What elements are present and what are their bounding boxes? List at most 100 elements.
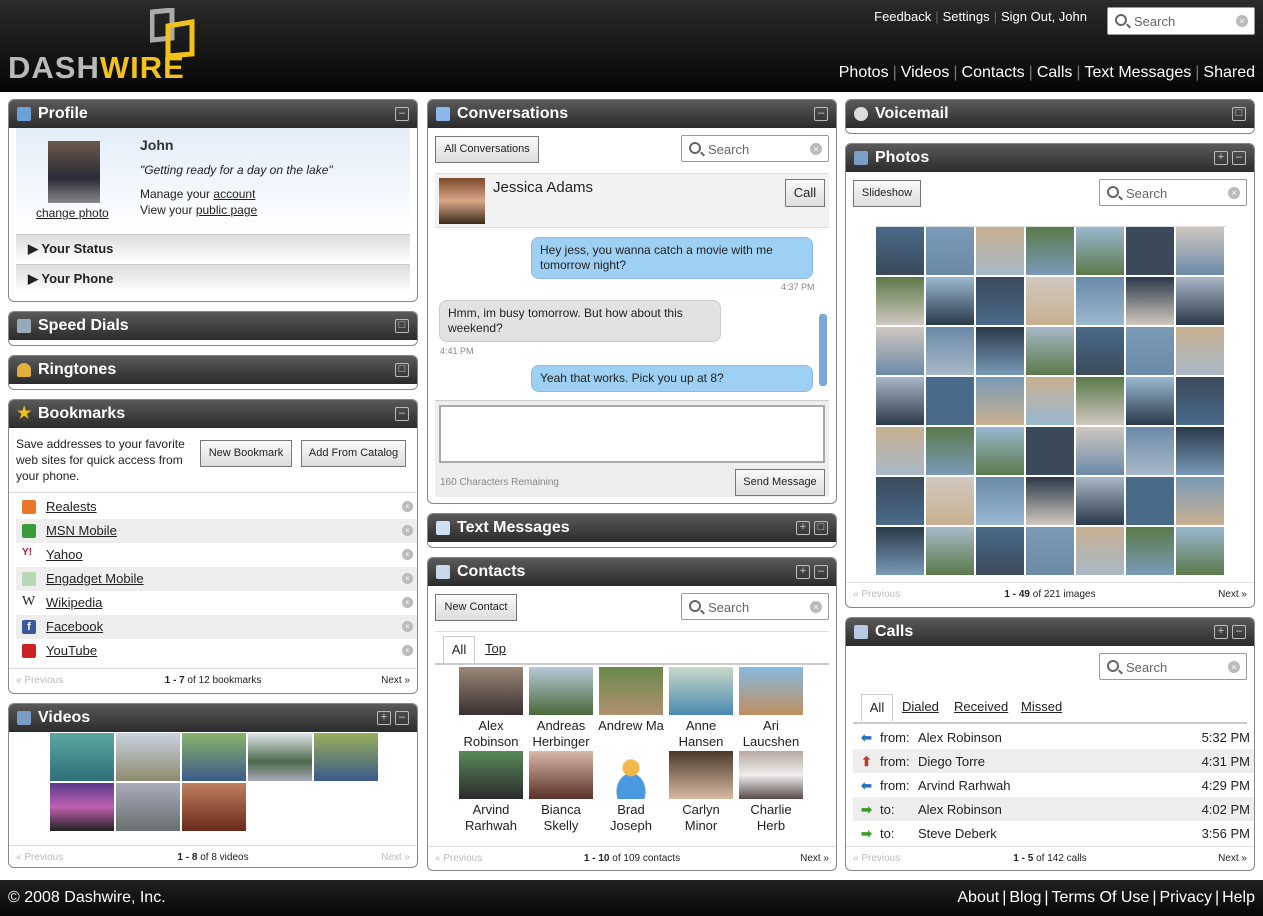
new-contact-button[interactable]: New Contact <box>435 594 517 621</box>
bookmark-link[interactable]: MSN Mobile <box>46 523 117 538</box>
next-link[interactable]: Next » <box>1218 853 1247 864</box>
logo-text[interactable]: DASHWIRE <box>8 50 185 86</box>
call-row[interactable]: ➡ to: Steve Deberk 3:56 PM <box>853 821 1254 845</box>
tab-top[interactable]: Top <box>485 641 506 656</box>
video-thumbnail[interactable] <box>182 783 246 831</box>
photo-thumbnail[interactable] <box>1176 527 1224 575</box>
photo-thumbnail[interactable] <box>926 427 974 475</box>
help-link[interactable]: Help <box>1222 889 1255 906</box>
contact-card[interactable]: Andrew Ma <box>596 667 666 734</box>
next-link[interactable]: Next » <box>1218 589 1247 600</box>
minimize-icon[interactable]: – <box>1232 625 1246 639</box>
bookmark-link[interactable]: Engadget Mobile <box>46 571 144 586</box>
bookmark-row[interactable]: Engadget Mobile × <box>16 567 417 591</box>
bookmark-link[interactable]: Facebook <box>46 619 103 634</box>
calls-search-input[interactable]: Search × <box>1099 653 1247 680</box>
clear-icon[interactable]: × <box>1236 15 1248 27</box>
nav-calls[interactable]: Calls <box>1037 64 1073 81</box>
bookmark-link[interactable]: Realests <box>46 499 97 514</box>
photo-thumbnail[interactable] <box>1076 327 1124 375</box>
bookmark-row[interactable]: Y! Yahoo × <box>16 543 417 567</box>
speed-dials-titlebar[interactable]: Speed Dials □ <box>9 312 417 340</box>
add-icon[interactable]: + <box>796 521 810 535</box>
tab-dialed[interactable]: Dialed <box>902 699 939 714</box>
contact-card[interactable]: Bianca Skelly <box>526 751 596 834</box>
video-thumbnail[interactable] <box>116 783 180 831</box>
call-button[interactable]: Call <box>785 179 825 207</box>
text-messages-titlebar[interactable]: Text Messages + □ <box>428 514 836 542</box>
photo-thumbnail[interactable] <box>1026 277 1074 325</box>
photo-thumbnail[interactable] <box>976 377 1024 425</box>
photo-thumbnail[interactable] <box>1176 227 1224 275</box>
bookmark-link[interactable]: YouTube <box>46 643 97 658</box>
contacts-titlebar[interactable]: Contacts + – <box>428 558 836 586</box>
photos-titlebar[interactable]: Photos + – <box>846 144 1254 172</box>
photo-thumbnail[interactable] <box>1126 377 1174 425</box>
photo-thumbnail[interactable] <box>876 277 924 325</box>
photo-thumbnail[interactable] <box>876 327 924 375</box>
your-status-toggle[interactable]: ▶ Your Status <box>16 234 410 262</box>
call-row[interactable]: ⬆ from: Diego Torre 4:31 PM <box>853 749 1254 773</box>
remove-icon[interactable]: × <box>402 597 413 608</box>
photo-thumbnail[interactable] <box>1126 477 1174 525</box>
conversations-titlebar[interactable]: Conversations – <box>428 100 836 128</box>
conversations-search-input[interactable]: Search × <box>681 135 829 162</box>
video-thumbnail[interactable] <box>314 733 378 781</box>
restore-icon[interactable]: □ <box>1232 107 1246 121</box>
calls-titlebar[interactable]: Calls + – <box>846 618 1254 646</box>
remove-icon[interactable]: × <box>402 573 413 584</box>
voicemail-titlebar[interactable]: Voicemail □ <box>846 100 1254 128</box>
bookmark-row[interactable]: Realests × <box>16 495 417 519</box>
minimize-icon[interactable]: – <box>1232 151 1246 165</box>
photo-thumbnail[interactable] <box>1126 327 1174 375</box>
photo-thumbnail[interactable] <box>1026 477 1074 525</box>
remove-icon[interactable]: × <box>402 549 413 560</box>
photo-thumbnail[interactable] <box>1126 277 1174 325</box>
public-page-link[interactable]: public page <box>196 203 257 217</box>
photo-thumbnail[interactable] <box>1076 527 1124 575</box>
about-link[interactable]: About <box>957 889 999 906</box>
photos-search-input[interactable]: Search × <box>1099 179 1247 206</box>
blog-link[interactable]: Blog <box>1009 889 1041 906</box>
next-link[interactable]: Next » <box>381 675 410 686</box>
photo-thumbnail[interactable] <box>1026 527 1074 575</box>
change-photo-link[interactable]: change photo <box>36 206 109 220</box>
contact-card[interactable]: Brad Joseph <box>596 751 666 834</box>
photo-thumbnail[interactable] <box>1076 477 1124 525</box>
clear-icon[interactable]: × <box>810 601 822 613</box>
add-from-catalog-button[interactable]: Add From Catalog <box>301 440 406 467</box>
contact-card[interactable]: Anne Hansen <box>666 667 736 750</box>
restore-icon[interactable]: □ <box>814 521 828 535</box>
bookmark-link[interactable]: Wikipedia <box>46 595 102 610</box>
settings-link[interactable]: Settings <box>943 9 990 24</box>
contact-card[interactable]: Ari Laucshen <box>736 667 806 750</box>
photo-thumbnail[interactable] <box>1176 427 1224 475</box>
bookmark-row[interactable]: W Wikipedia × <box>16 591 417 615</box>
call-row[interactable]: ⬅ from: Alex Robinson 5:32 PM <box>853 725 1254 749</box>
restore-icon[interactable]: □ <box>395 319 409 333</box>
photo-thumbnail[interactable] <box>876 427 924 475</box>
photo-thumbnail[interactable] <box>1076 377 1124 425</box>
remove-icon[interactable]: × <box>402 501 413 512</box>
call-row[interactable]: ⬅ from: Arvind Rarhwah 4:29 PM <box>853 773 1254 797</box>
photo-thumbnail[interactable] <box>976 477 1024 525</box>
minimize-icon[interactable]: – <box>395 711 409 725</box>
tab-all[interactable]: All <box>443 636 475 663</box>
photo-thumbnail[interactable] <box>926 477 974 525</box>
bookmark-row[interactable]: YouTube × <box>16 639 417 663</box>
contact-card[interactable]: Carlyn Minor <box>666 751 736 834</box>
bookmarks-titlebar[interactable]: ★ Bookmarks – <box>9 400 417 428</box>
photo-thumbnail[interactable] <box>976 227 1024 275</box>
contact-card[interactable]: Arvind Rarhwah <box>456 751 526 834</box>
minimize-icon[interactable]: – <box>814 107 828 121</box>
add-icon[interactable]: + <box>796 565 810 579</box>
photo-thumbnail[interactable] <box>976 327 1024 375</box>
nav-videos[interactable]: Videos <box>901 64 950 81</box>
contact-card[interactable]: Andreas Herbinger <box>526 667 596 750</box>
video-thumbnail[interactable] <box>116 733 180 781</box>
photo-thumbnail[interactable] <box>1126 227 1174 275</box>
photo-thumbnail[interactable] <box>876 477 924 525</box>
photo-thumbnail[interactable] <box>976 527 1024 575</box>
feedback-link[interactable]: Feedback <box>874 9 931 24</box>
photo-thumbnail[interactable] <box>876 227 924 275</box>
